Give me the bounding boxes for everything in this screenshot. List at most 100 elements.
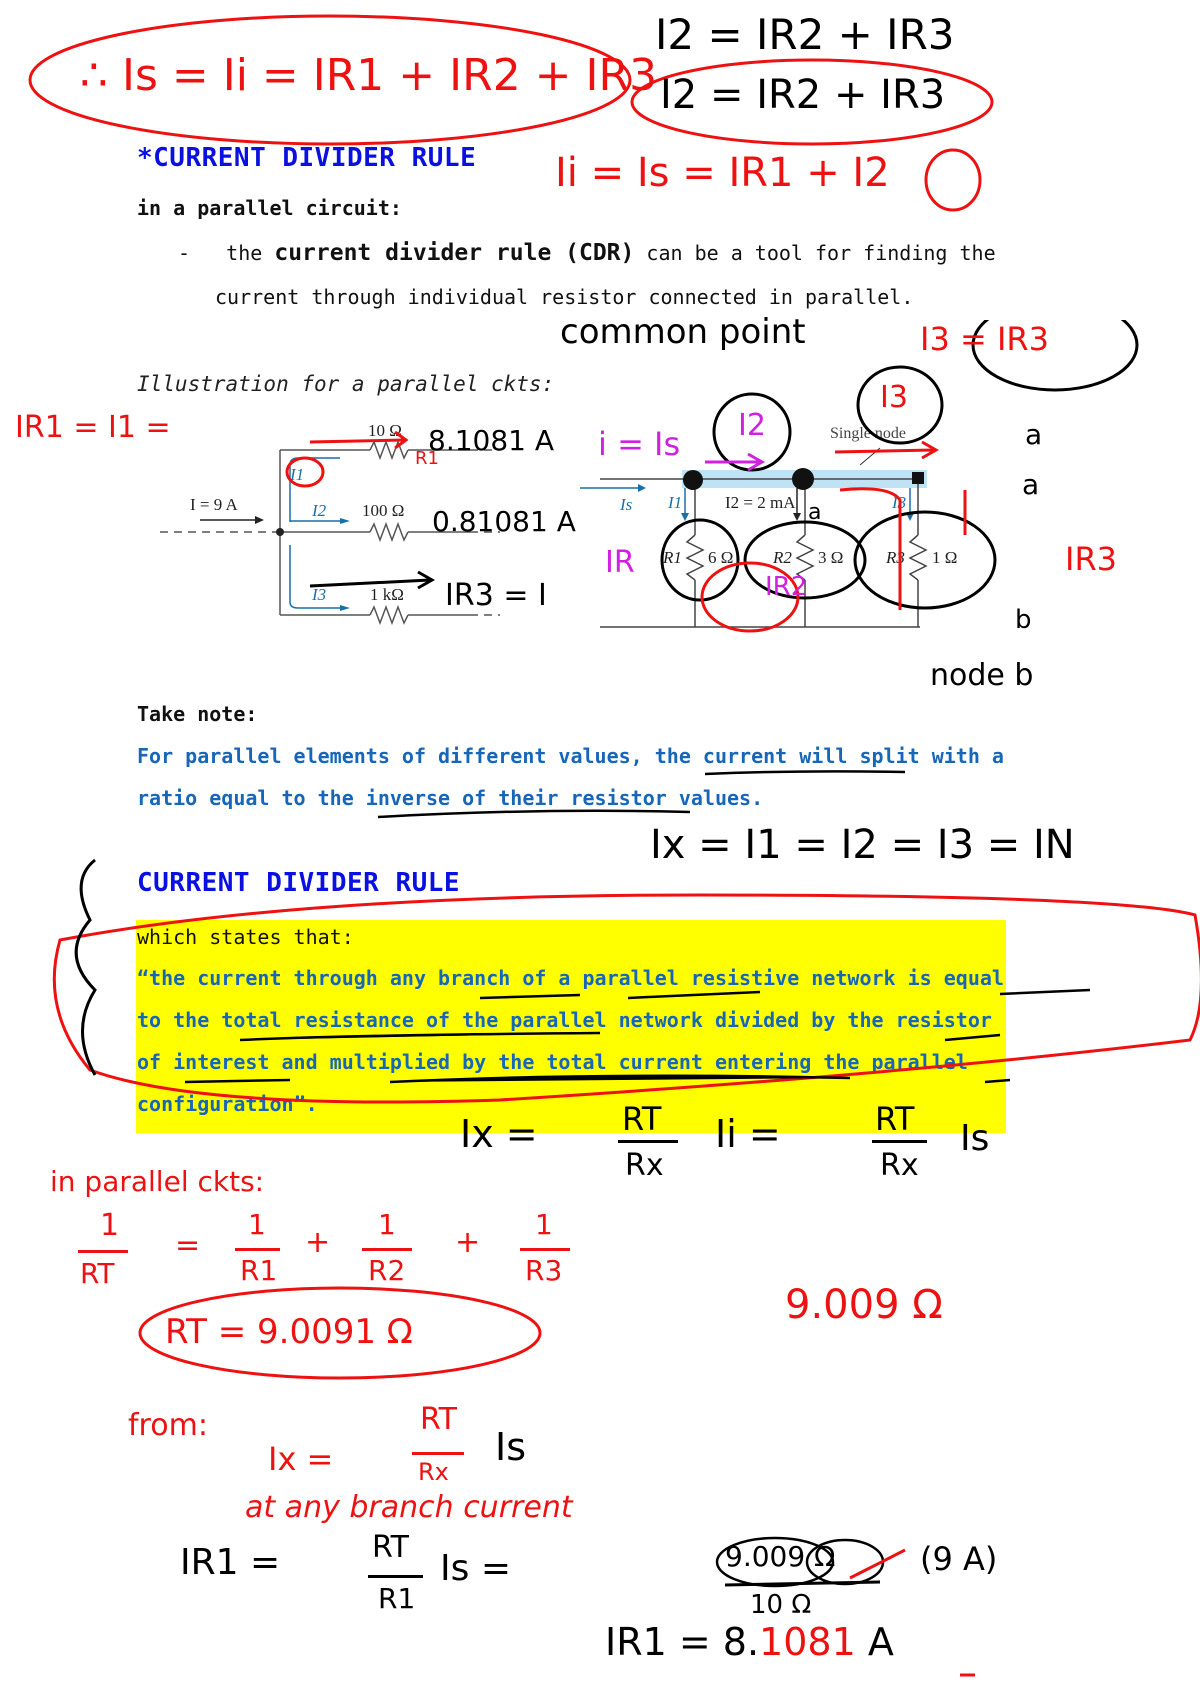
- ir1-calc-value-den: 10 Ω: [750, 1590, 812, 1620]
- fraction-bar: [368, 1575, 423, 1578]
- rt-value: RT = 9.0091 Ω: [165, 1312, 413, 1352]
- ir1-result-unit: A: [867, 1620, 894, 1664]
- definition-intro: which states that:: [137, 925, 354, 949]
- resistor-value: 6 Ω: [708, 548, 733, 567]
- fraction-bar: [412, 1452, 464, 1455]
- any-branch-note: at any branch current: [245, 1490, 573, 1525]
- cdr-formula-numerator: RT: [622, 1100, 662, 1138]
- i2-circle-annotation: I2: [738, 408, 766, 443]
- node-a-label: a: [808, 500, 822, 525]
- source-current-annotation: i = Is: [598, 425, 681, 463]
- fraction-bar: [618, 1140, 678, 1143]
- ir3-annotation: IR3: [1065, 540, 1118, 578]
- branch-current-label: I2 = 2 mA: [725, 493, 796, 512]
- cdr-formula-ii: Ii =: [715, 1112, 781, 1156]
- rt-term-num: 1: [248, 1208, 266, 1241]
- i2-circle: [924, 148, 982, 212]
- main-current-equation: ∴ Is = Ii = IR1 + IR2 + IR3: [80, 50, 658, 101]
- resistor-value: 1 Ω: [932, 548, 957, 567]
- cdr-bullet-line2: current through individual resistor conn…: [215, 285, 914, 309]
- resistor-value-label: 1 kΩ: [370, 585, 404, 604]
- from-label: from:: [128, 1408, 208, 1443]
- cdr-formula-denominator: Rx: [625, 1148, 664, 1183]
- branch-current-label: I1: [667, 493, 682, 512]
- i3-equals-ir3-annotation: I3 = IR3: [920, 320, 1049, 358]
- rt-recip-num: 1: [100, 1208, 120, 1243]
- ir1-calc-num: RT: [372, 1530, 409, 1565]
- rt-term-num: 1: [535, 1208, 553, 1241]
- from-formula-den: Rx: [418, 1458, 449, 1486]
- rt-term-num: 1: [378, 1208, 396, 1241]
- resistor-value: 3 Ω: [818, 548, 843, 567]
- ir-annotation: IR: [605, 545, 635, 580]
- bullet-pre: the: [226, 241, 275, 265]
- fraction-bar: [872, 1140, 927, 1143]
- bullet-bold-term: current divider rule (CDR): [274, 240, 635, 266]
- fraction-bar: [78, 1250, 128, 1253]
- cdr-formula-lhs: Ix =: [460, 1112, 538, 1156]
- resistor-name: R3: [885, 548, 905, 567]
- definition-line: configuration”.: [137, 1092, 318, 1116]
- definition-line: of interest and multiplied by the total …: [137, 1050, 968, 1074]
- page-heading: *CURRENT DIVIDER RULE: [137, 143, 477, 173]
- from-formula-num: RT: [420, 1402, 457, 1437]
- source-current-label: Is: [619, 495, 633, 514]
- rt-term-den: R1: [240, 1254, 278, 1287]
- resistor-value-label: 10 Ω: [368, 421, 402, 440]
- cdr-formula-denominator: Rx: [880, 1148, 919, 1183]
- equal-currents-annotation: Ix = I1 = I2 = I3 = IN: [650, 822, 1075, 868]
- ir1-calc-current: (9 A): [920, 1540, 998, 1578]
- rt-term-den: R3: [525, 1254, 563, 1287]
- node-b-note: node b: [930, 658, 1034, 693]
- node-a-label: a: [1022, 468, 1040, 501]
- node-b-label: b: [1015, 605, 1032, 635]
- cdr-formula-numerator: RT: [875, 1100, 915, 1138]
- fraction-bar: [362, 1248, 412, 1251]
- cdr-heading: CURRENT DIVIDER RULE: [137, 868, 461, 898]
- definition-line: “the current through any branch of a par…: [137, 966, 1004, 990]
- fraction-bar: [235, 1248, 280, 1251]
- resistor-name: R1: [662, 548, 682, 567]
- ii-equation: Ii = Is = IR1 + I2: [555, 150, 890, 196]
- illustration-label: Illustration for a parallel ckts:: [137, 372, 555, 396]
- from-formula-lhs: Ix =: [268, 1440, 334, 1478]
- resistor-name: R2: [772, 548, 792, 567]
- fraction-bar: [520, 1248, 570, 1251]
- plus-sign: +: [305, 1225, 331, 1260]
- branch-current-label: I3: [311, 585, 326, 604]
- plus-sign: +: [455, 1225, 481, 1260]
- source-current-label: I = 9 A: [190, 495, 239, 514]
- equals-sign: =: [175, 1228, 201, 1263]
- ir1-result-decimals: 1081: [759, 1620, 856, 1664]
- ir1-calc-den: R1: [378, 1582, 416, 1615]
- ir3-annotation: IR3 = I: [445, 578, 547, 613]
- current-10ohm-annotation: 8.1081 A: [428, 424, 555, 457]
- cdr-formula-is: Is: [960, 1118, 990, 1159]
- resistor-value-label: 100 Ω: [362, 501, 404, 520]
- branch-current-label: I2: [311, 501, 327, 520]
- current-100ohm-annotation: 0.81081 A: [432, 505, 576, 538]
- rt-term-den: R2: [368, 1254, 406, 1287]
- parallel-ckts-label: in parallel ckts:: [50, 1165, 265, 1198]
- bullet-dash: -: [178, 241, 191, 265]
- from-formula-is: Is: [495, 1425, 527, 1469]
- i2-equation-top: I2 = IR2 + IR3: [655, 10, 955, 59]
- i3-circle-annotation: I3: [880, 380, 908, 415]
- take-note-line2: ratio equal to the inverse of their resi…: [137, 786, 764, 810]
- bullet-post: can be a tool for finding the: [634, 241, 996, 265]
- take-note-line1: For parallel elements of different value…: [137, 744, 1004, 768]
- intro-text: in a parallel circuit:: [137, 196, 402, 220]
- cdr-bullet-line1: - the current divider rule (CDR) can be …: [178, 240, 996, 266]
- ir1-calc-lhs: IR1 =: [180, 1542, 281, 1583]
- ir1-result: IR1 = 8.1081 A: [605, 1620, 894, 1664]
- rt-recip-den: RT: [80, 1257, 115, 1290]
- ir1-result-prefix: IR1 = 8.: [605, 1620, 760, 1664]
- ir1-calc-value-num: 9.009 Ω: [725, 1540, 836, 1573]
- definition-line: to the total resistance of the parallel …: [137, 1008, 992, 1032]
- i2-equation-circled: I2 = IR2 + IR3: [660, 72, 946, 118]
- rt-value-alt: 9.009 Ω: [785, 1282, 943, 1328]
- r1-tag-annotation: R1: [415, 448, 439, 469]
- ir2-annotation: IR2: [765, 572, 808, 602]
- right-parallel-circuit: Single node Is I1 I2 = 2 mA I3 R1 6 Ω R2…: [580, 320, 1139, 633]
- take-note-label: Take note:: [137, 702, 258, 726]
